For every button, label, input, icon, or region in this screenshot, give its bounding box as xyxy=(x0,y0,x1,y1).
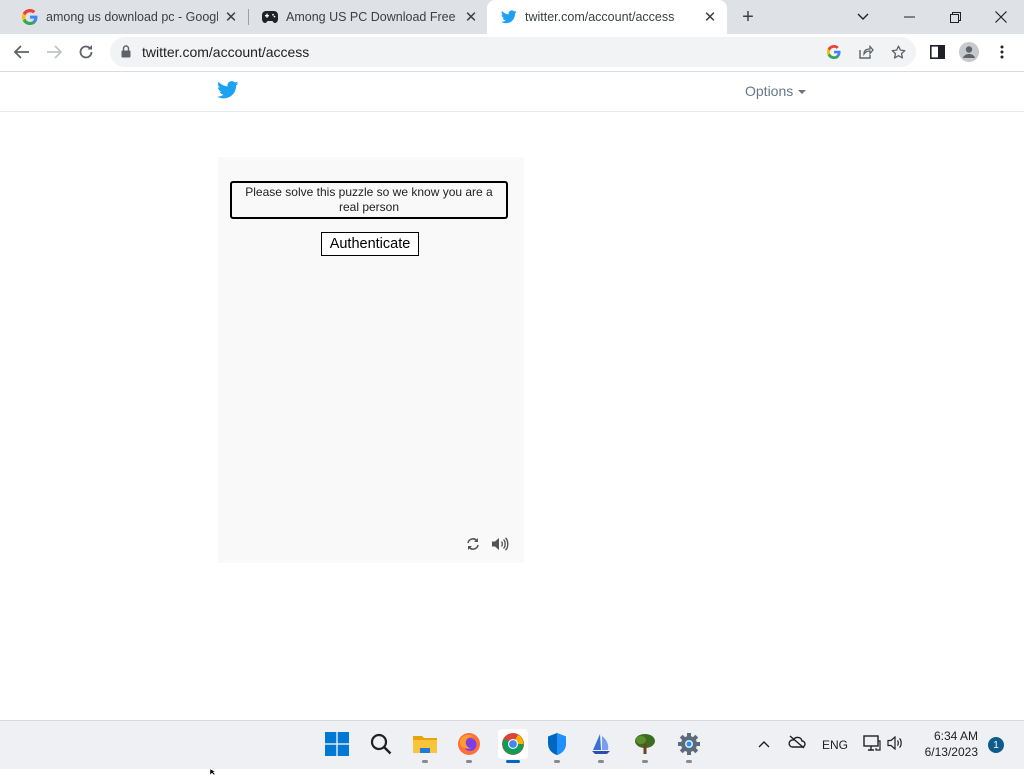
tab-among-us-download[interactable]: Among US PC Download Free Ga ✕ xyxy=(248,0,488,34)
running-indicator xyxy=(598,760,604,763)
url-text: twitter.com/account/access xyxy=(142,44,310,60)
folder-icon xyxy=(413,736,437,753)
restore-button[interactable] xyxy=(932,0,978,34)
tab-title: Among US PC Download Free Ga xyxy=(286,10,458,24)
taskbar-chrome[interactable] xyxy=(498,729,528,763)
puzzle-prompt: Please solve this puzzle so we know you … xyxy=(230,181,508,219)
forward-arrow-icon xyxy=(47,45,62,59)
browser-tab-strip: among us download pc - Google ✕ Among US… xyxy=(0,0,1024,34)
tray-overflow-chevron-icon[interactable] xyxy=(758,737,770,751)
chrome-icon xyxy=(502,733,524,755)
running-indicator xyxy=(554,760,560,763)
taskbar-sailboat-app[interactable] xyxy=(586,729,616,763)
search-icon xyxy=(370,733,392,755)
close-window-button[interactable] xyxy=(978,0,1024,34)
shield-icon xyxy=(548,733,566,755)
tree-icon xyxy=(635,734,655,754)
volume-icon[interactable] xyxy=(887,735,905,753)
taskbar-windows-security[interactable] xyxy=(542,729,572,763)
twitter-header: Options xyxy=(0,72,1024,112)
mouse-cursor-icon xyxy=(209,762,218,780)
refresh-puzzle-icon[interactable] xyxy=(464,535,482,553)
tab-title: twitter.com/account/access xyxy=(525,10,675,24)
tab-title: among us download pc - Google xyxy=(46,10,218,24)
google-translate-icon[interactable] xyxy=(825,43,843,61)
network-icon[interactable] xyxy=(863,735,881,754)
language-indicator[interactable]: ENG xyxy=(822,738,848,752)
windows-start-button[interactable] xyxy=(322,729,352,759)
tab-twitter-access[interactable]: twitter.com/account/access ✕ xyxy=(487,0,727,34)
caret-down-icon xyxy=(798,90,807,95)
options-label: Options xyxy=(745,83,794,99)
clock-time: 6:34 AM xyxy=(933,729,978,743)
options-dropdown[interactable]: Options xyxy=(745,83,807,99)
running-indicator xyxy=(506,760,520,763)
google-icon xyxy=(22,9,38,25)
taskbar-file-explorer[interactable] xyxy=(410,729,440,763)
taskbar-settings[interactable] xyxy=(674,729,704,763)
running-indicator xyxy=(642,760,648,763)
back-arrow-icon xyxy=(14,45,29,59)
sailboat-icon xyxy=(592,734,610,754)
taskbar-tree-app[interactable] xyxy=(630,729,660,763)
system-clock[interactable]: 6:34 AM 6/13/2023 xyxy=(918,728,978,760)
new-tab-button[interactable]: + xyxy=(737,6,759,28)
close-tab-icon[interactable]: ✕ xyxy=(222,8,240,26)
twitter-icon xyxy=(501,9,517,25)
bookmark-star-icon[interactable] xyxy=(889,43,907,61)
captcha-puzzle-frame: Please solve this puzzle so we know you … xyxy=(218,157,524,563)
running-indicator xyxy=(686,760,692,763)
close-tab-icon[interactable]: ✕ xyxy=(701,8,719,26)
close-tab-icon[interactable]: ✕ xyxy=(462,8,480,26)
clock-date: 6/13/2023 xyxy=(924,745,978,759)
gamepad-icon xyxy=(262,9,278,25)
running-indicator xyxy=(422,760,428,763)
forward-button[interactable] xyxy=(40,38,68,66)
lock-icon xyxy=(121,45,131,58)
profile-avatar-icon[interactable] xyxy=(958,41,980,63)
windows-taskbar: ENG 6:34 AM 6/13/2023 1 xyxy=(0,720,1024,769)
tab-google-search[interactable]: among us download pc - Google ✕ xyxy=(8,0,248,34)
share-icon[interactable] xyxy=(857,43,875,61)
menu-kebab-icon[interactable] xyxy=(991,41,1013,63)
notification-badge[interactable]: 1 xyxy=(988,737,1004,753)
puzzle-prompt-text: Please solve this puzzle so we know you … xyxy=(245,185,493,214)
address-bar[interactable]: twitter.com/account/access xyxy=(110,37,916,67)
reload-button[interactable] xyxy=(72,38,100,66)
browser-toolbar: twitter.com/account/access xyxy=(0,34,1024,72)
tab-search-chevron-icon[interactable] xyxy=(840,0,886,34)
taskbar-firefox[interactable] xyxy=(454,729,484,763)
minimize-button[interactable] xyxy=(886,0,932,34)
taskbar-search-button[interactable] xyxy=(366,729,396,759)
side-panel-icon[interactable] xyxy=(926,41,948,63)
firefox-icon xyxy=(458,733,480,755)
authenticate-button[interactable]: Authenticate xyxy=(321,232,419,256)
windows-logo-icon xyxy=(325,732,349,756)
reload-icon xyxy=(79,45,93,59)
gear-icon xyxy=(678,733,700,755)
audio-challenge-icon[interactable] xyxy=(491,535,509,553)
twitter-bird-logo-icon[interactable] xyxy=(217,81,239,104)
back-button[interactable] xyxy=(8,38,36,66)
onedrive-offline-icon[interactable] xyxy=(788,735,806,752)
running-indicator xyxy=(466,760,472,763)
